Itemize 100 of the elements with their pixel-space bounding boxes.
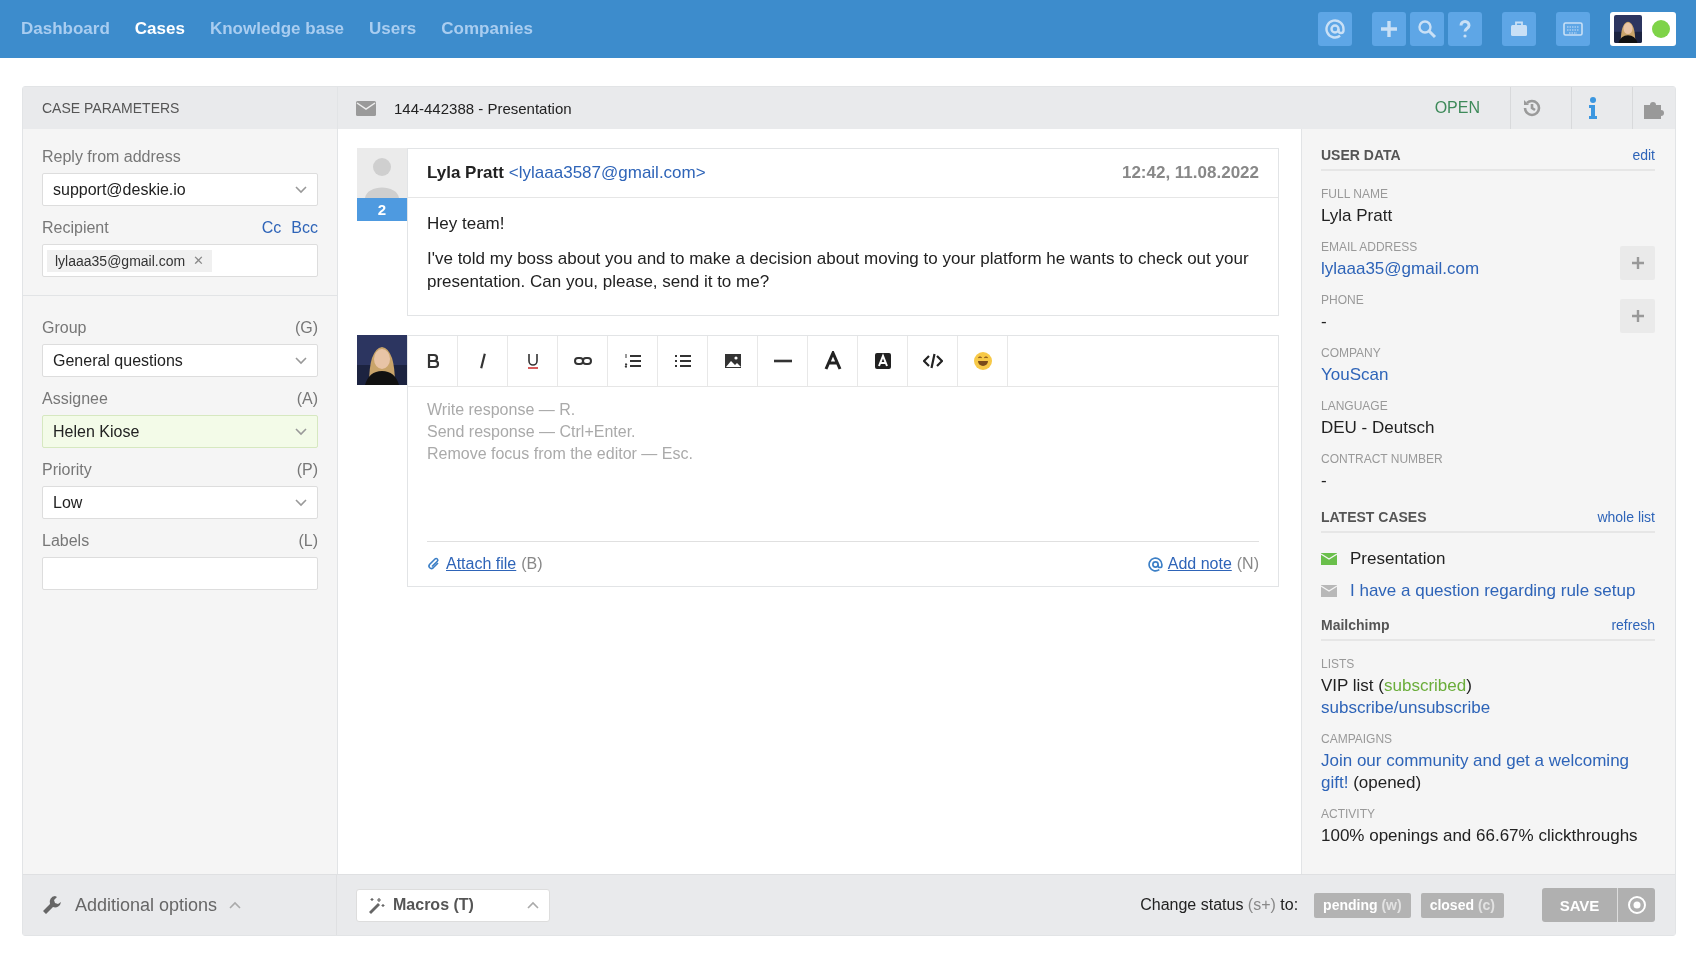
- chevron-down-icon: [295, 356, 307, 365]
- paperclip-icon: [427, 556, 441, 572]
- case-title: 144-442388 - Presentation: [394, 99, 572, 117]
- case-link[interactable]: Presentation: [1350, 549, 1446, 569]
- bcc-link[interactable]: Bcc: [291, 219, 318, 237]
- hotkey-hint: (L): [298, 532, 318, 550]
- image-icon: [722, 351, 743, 371]
- case-link[interactable]: I have a question regarding rule setup: [1350, 581, 1636, 601]
- keyboard-button[interactable]: [1556, 12, 1590, 46]
- horizontal-rule-icon: [772, 359, 793, 363]
- envelope-icon: [356, 100, 376, 116]
- user-menu[interactable]: [1610, 12, 1676, 46]
- field-label: LISTS: [1321, 657, 1356, 671]
- section-title: Mailchimp: [1321, 617, 1390, 633]
- macros-dropdown[interactable]: Macros (T): [356, 888, 550, 922]
- hotkey-hint: (A): [296, 390, 318, 408]
- field-value: DEU - Deutsch: [1321, 417, 1435, 439]
- field-label: CAMPAIGNS: [1321, 732, 1394, 746]
- field-label: EMAIL ADDRESS: [1321, 240, 1419, 254]
- message-paragraph: Hey team!: [427, 213, 506, 235]
- add-button[interactable]: [1620, 246, 1655, 280]
- chevron-down-icon: [295, 498, 307, 507]
- chip-label: lylaaa35@gmail.com: [55, 252, 186, 269]
- subscribe-link[interactable]: subscribe/unsubscribe: [1321, 697, 1491, 719]
- field-value-link[interactable]: YouScan: [1321, 364, 1389, 386]
- message-paragraph: I've told my boss about you and to make a decision about moving to your platform he wants to check out your presentation. Can you, please, send it to me?: [427, 248, 1250, 293]
- italic-icon: [479, 351, 486, 371]
- chevron-up-icon: [527, 901, 539, 909]
- hotkey-hint: (P): [296, 461, 318, 479]
- list-subscription: VIP list (subscribed): [1321, 675, 1473, 697]
- smiley-icon: [972, 351, 993, 371]
- plus-icon: [1379, 19, 1399, 39]
- plus-icon: [1630, 309, 1645, 323]
- sender-name: Lyla Pratt: [427, 163, 504, 183]
- placeholder-text: Write response — R.: [427, 400, 577, 420]
- search-button[interactable]: [1410, 12, 1444, 46]
- field-value: -: [1321, 311, 1328, 333]
- briefcase-button[interactable]: [1502, 12, 1536, 46]
- chevron-down-icon: [295, 185, 307, 194]
- section-title: LATEST CASES: [1321, 509, 1427, 525]
- field-label: Recipient: [42, 219, 109, 237]
- field-label: PHONE: [1321, 293, 1364, 307]
- activity-text: 100% openings and 66.67% clickthroughs: [1321, 825, 1638, 847]
- keyboard-icon: [1563, 19, 1583, 39]
- status-label: Change status (s+) to:: [1140, 896, 1299, 914]
- field-label: Group: [42, 319, 87, 337]
- dropdown[interactable]: General questions: [42, 344, 318, 377]
- field-value-link[interactable]: lylaaa35@gmail.com: [1321, 258, 1480, 280]
- message-number: 2: [357, 198, 407, 221]
- help-button[interactable]: [1448, 12, 1482, 46]
- hotkey-hint: (N): [1236, 555, 1259, 573]
- add-button[interactable]: [1372, 12, 1406, 46]
- field-value: -: [1321, 470, 1328, 492]
- campaign-link[interactable]: Join our community and get a welcoming gift! (opened): [1321, 750, 1651, 794]
- field-label: LANGUAGE: [1321, 399, 1389, 413]
- at-sign-icon: [1147, 556, 1163, 572]
- message-time: 12:42, 11.08.2022: [1121, 163, 1259, 183]
- placeholder-text: Send response — Ctrl+Enter.: [427, 422, 637, 442]
- additional-options-button[interactable]: Additional options: [41, 894, 242, 916]
- attach-file-link[interactable]: Attach file: [446, 555, 517, 573]
- code-icon: [922, 351, 943, 371]
- add-button[interactable]: [1620, 299, 1655, 333]
- field-label: Labels: [42, 532, 90, 550]
- refresh-link[interactable]: refresh: [1611, 617, 1655, 633]
- dropdown[interactable]: Low: [42, 486, 318, 519]
- chevron-up-icon: [229, 901, 242, 909]
- briefcase-icon: [1509, 19, 1529, 39]
- placeholder-text: Remove focus from the editor — Esc.: [427, 444, 694, 464]
- labels-field[interactable]: [42, 557, 318, 590]
- plus-icon: [1630, 256, 1645, 270]
- chevron-down-icon: [295, 427, 307, 436]
- nav-link[interactable]: Cases: [134, 19, 185, 39]
- field-label: FULL NAME: [1321, 187, 1389, 201]
- recipient-field[interactable]: lylaaa35@gmail.com ✕: [42, 244, 318, 277]
- field-value: Lyla Pratt: [1321, 205, 1393, 227]
- at-sign-icon: [1325, 19, 1345, 39]
- radio-icon: [1626, 895, 1647, 915]
- font-icon: [822, 351, 843, 371]
- reply-from-dropdown[interactable]: support@deskie.io: [42, 173, 318, 206]
- edit-link[interactable]: edit: [1632, 147, 1655, 163]
- search-icon: [1417, 19, 1437, 39]
- add-note-link[interactable]: Add note: [1167, 555, 1232, 573]
- field-label: Assignee: [42, 390, 108, 408]
- info-icon: [1587, 96, 1599, 120]
- magic-wand-icon: [367, 896, 385, 914]
- dropdown[interactable]: Helen Kiose: [42, 415, 318, 448]
- section-title: USER DATA: [1321, 147, 1401, 163]
- field-label: ACTIVITY: [1321, 807, 1376, 821]
- hotkey-hint: (B): [521, 555, 543, 573]
- hotkey-hint: (G): [294, 319, 318, 337]
- remove-button[interactable]: ✕: [193, 253, 205, 268]
- wrench-icon: [41, 894, 63, 916]
- history-icon: [1521, 97, 1543, 119]
- field-label: Priority: [42, 461, 92, 479]
- numbered-list-icon: [622, 351, 643, 371]
- cc-link[interactable]: Cc: [261, 219, 282, 237]
- field-label: COMPANY: [1321, 346, 1382, 360]
- whole-list-link[interactable]: whole list: [1597, 509, 1655, 525]
- sender-email: <lylaaa3587@gmail.com>: [508, 163, 706, 183]
- mention-button[interactable]: [1318, 12, 1352, 46]
